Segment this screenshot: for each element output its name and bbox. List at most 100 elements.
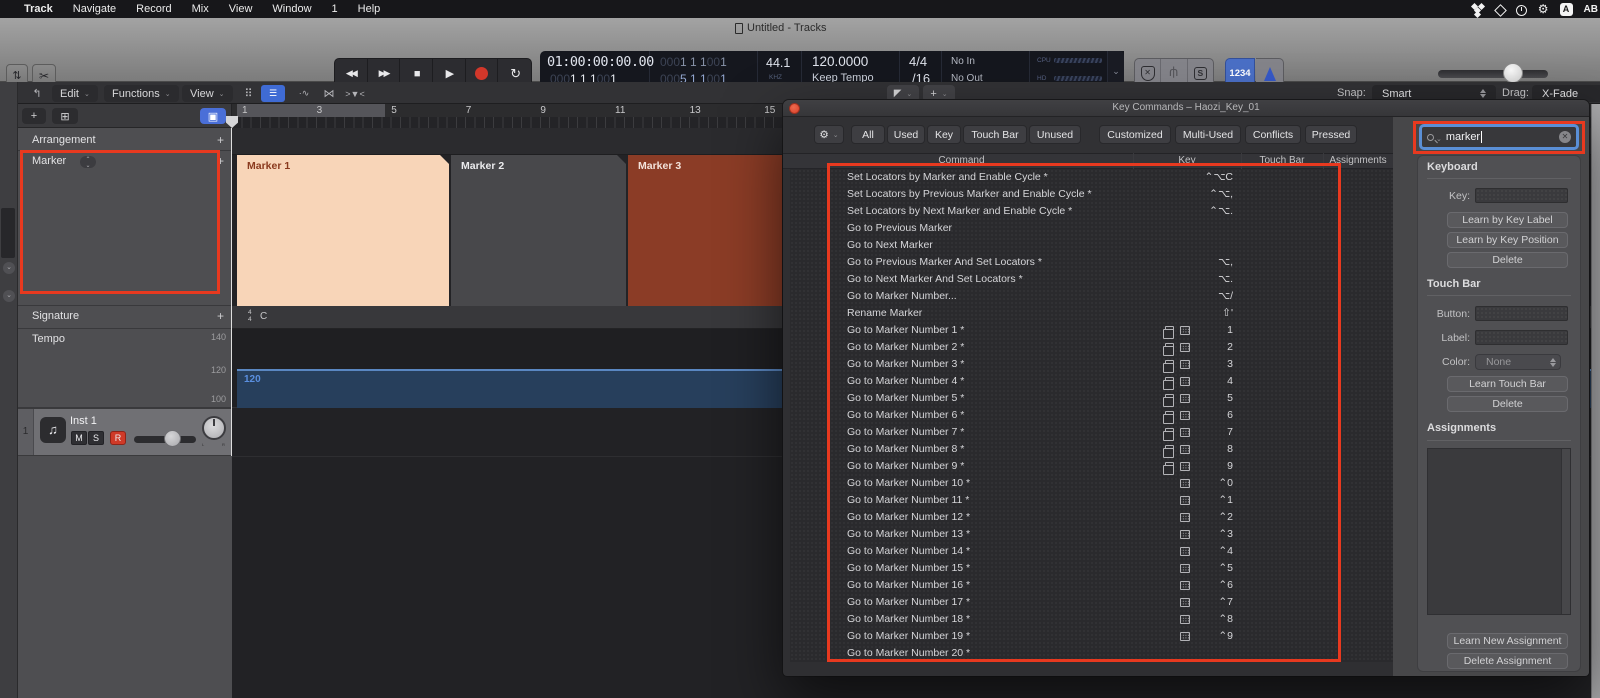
- command-row[interactable]: Go to Marker Number 9 *9: [790, 458, 1393, 475]
- menu-item-1[interactable]: 1: [322, 3, 348, 15]
- menu-item-view[interactable]: View: [219, 3, 263, 15]
- menu-item-record[interactable]: Record: [126, 3, 181, 15]
- tab-used[interactable]: Used: [887, 125, 925, 144]
- command-row[interactable]: Go to Marker Number...⌥/: [790, 288, 1393, 305]
- learn-by-key-label-button[interactable]: Learn by Key Label: [1447, 212, 1568, 228]
- command-row[interactable]: Go to Marker Number 6 *6: [790, 407, 1393, 424]
- delete-touchbar-button[interactable]: Delete: [1447, 396, 1568, 412]
- command-row[interactable]: Set Locators by Marker and Enable Cycle …: [790, 169, 1393, 186]
- track-name[interactable]: Inst 1: [70, 415, 97, 427]
- catch-filter-icon[interactable]: >▼<: [344, 85, 366, 102]
- crossfade-icon[interactable]: ⋈: [318, 85, 340, 102]
- functions-menu-button[interactable]: Functions⌄: [104, 85, 179, 102]
- edit-menu-button[interactable]: Edit⌄: [52, 85, 98, 102]
- tempo-track-header[interactable]: Tempo 140 120 100: [18, 329, 232, 408]
- track-volume-thumb[interactable]: [164, 430, 181, 447]
- library-panel-button[interactable]: ▣: [200, 108, 226, 124]
- column-touchbar[interactable]: Touch Bar: [1241, 155, 1323, 166]
- tab-key[interactable]: Key: [927, 125, 961, 144]
- input-source-icon[interactable]: A: [1560, 3, 1573, 16]
- touchbar-label-field[interactable]: [1475, 330, 1568, 345]
- menu-item-navigate[interactable]: Navigate: [63, 3, 126, 15]
- duplicate-track-button[interactable]: ⊞: [52, 108, 78, 124]
- command-row[interactable]: Go to Marker Number 7 *7: [790, 424, 1393, 441]
- add-marker-icon[interactable]: +: [217, 154, 224, 168]
- command-row[interactable]: Go to Marker Number 5 *5: [790, 390, 1393, 407]
- add-signature-icon[interactable]: +: [217, 309, 224, 323]
- command-row[interactable]: Go to Marker Number 4 *4: [790, 373, 1393, 390]
- record-enable-button[interactable]: R: [110, 431, 126, 445]
- column-command[interactable]: Command: [790, 155, 1133, 166]
- menu-item-help[interactable]: Help: [348, 3, 391, 15]
- tab-unused[interactable]: Unused: [1029, 125, 1081, 144]
- status-diamond-icon[interactable]: [1494, 4, 1507, 17]
- command-row[interactable]: Go to Next Marker: [790, 237, 1393, 254]
- dropbox-icon[interactable]: [1471, 2, 1485, 16]
- undo-arrow-icon[interactable]: ↰: [26, 85, 48, 102]
- learn-touch-bar-button[interactable]: Learn Touch Bar: [1447, 376, 1568, 392]
- filter-customized[interactable]: Customized: [1099, 125, 1171, 144]
- command-row[interactable]: Set Locators by Previous Marker and Enab…: [790, 186, 1393, 203]
- filter-multi-used[interactable]: Multi-Used: [1175, 125, 1241, 144]
- tab-all[interactable]: All: [851, 125, 885, 144]
- list-view-icon[interactable]: ☰: [261, 85, 285, 102]
- learn-by-key-position-button[interactable]: Learn by Key Position: [1447, 232, 1568, 248]
- column-key[interactable]: Key: [1133, 155, 1241, 166]
- stepper-chevron-icon[interactable]: ⌄: [3, 262, 15, 274]
- marker-region-1[interactable]: Marker 1: [237, 155, 449, 306]
- automation-icon[interactable]: ·∿: [294, 85, 314, 102]
- assignments-list-box[interactable]: [1427, 448, 1571, 615]
- stepper-chevron-icon[interactable]: ⌄: [3, 290, 15, 302]
- delete-key-button[interactable]: Delete: [1447, 252, 1568, 268]
- time-machine-icon[interactable]: [1516, 5, 1527, 16]
- grid-view-icon[interactable]: ⠿: [238, 85, 258, 102]
- filter-conflicts[interactable]: Conflicts: [1245, 125, 1301, 144]
- learn-new-assignment-button[interactable]: Learn New Assignment: [1447, 633, 1568, 649]
- clear-search-icon[interactable]: ✕: [1559, 131, 1571, 143]
- master-volume-slider[interactable]: [1438, 70, 1548, 78]
- gear-menu-button[interactable]: ⚙⌄: [814, 125, 844, 144]
- tab-touch-bar[interactable]: Touch Bar: [963, 125, 1027, 144]
- arrangement-track-header[interactable]: Arrangement +: [18, 130, 232, 151]
- menu-item-window[interactable]: Window: [262, 3, 321, 15]
- settings-gear-icon[interactable]: ⚙: [1538, 2, 1549, 16]
- key-field[interactable]: [1475, 188, 1568, 203]
- menu-item-mix[interactable]: Mix: [182, 3, 219, 15]
- add-arrangement-icon[interactable]: +: [217, 133, 224, 147]
- command-row[interactable]: Go to Marker Number 15 *⌃5: [790, 560, 1393, 577]
- delete-assignment-button[interactable]: Delete Assignment: [1447, 653, 1568, 669]
- menu-ab-icon[interactable]: AB: [1584, 4, 1598, 15]
- command-row[interactable]: Set Locators by Next Marker and Enable C…: [790, 203, 1393, 220]
- marker-stepper-icon[interactable]: ⌃⌄: [80, 156, 96, 168]
- mute-button[interactable]: M: [71, 431, 87, 445]
- command-row[interactable]: Go to Marker Number 14 *⌃4: [790, 543, 1393, 560]
- command-row[interactable]: Go to Marker Number 11 *⌃1: [790, 492, 1393, 509]
- menu-item-track[interactable]: Track: [14, 3, 63, 15]
- command-list[interactable]: Set Locators by Marker and Enable Cycle …: [790, 169, 1393, 662]
- column-assignments[interactable]: Assignments: [1323, 155, 1393, 166]
- cycle-region[interactable]: [237, 104, 385, 117]
- command-row[interactable]: Go to Marker Number 17 *⌃7: [790, 594, 1393, 611]
- marker-region-2[interactable]: Marker 2: [451, 155, 626, 306]
- vertical-scrollbar[interactable]: [1591, 104, 1600, 698]
- command-row[interactable]: Go to Marker Number 12 *⌃2: [790, 509, 1393, 526]
- instrument-track-header[interactable]: 1 ♫ Inst 1 M S R L R: [18, 408, 232, 456]
- command-row[interactable]: Go to Marker Number 3 *3: [790, 356, 1393, 373]
- command-row[interactable]: Go to Marker Number 16 *⌃6: [790, 577, 1393, 594]
- command-row[interactable]: Go to Next Marker And Set Locators *⌥.: [790, 271, 1393, 288]
- command-row[interactable]: Go to Marker Number 8 *8: [790, 441, 1393, 458]
- touchbar-button-field[interactable]: [1475, 306, 1568, 321]
- command-row[interactable]: Go to Marker Number 18 *⌃8: [790, 611, 1393, 628]
- key-commands-titlebar[interactable]: Key Commands – Haozi_Key_01: [783, 100, 1589, 117]
- command-row[interactable]: Go to Marker Number 20 *: [790, 645, 1393, 662]
- master-volume-thumb[interactable]: [1503, 63, 1523, 83]
- color-dropdown[interactable]: None: [1475, 354, 1561, 370]
- marker-track-header[interactable]: Marker ⌃⌄ +: [18, 151, 232, 306]
- filter-pressed[interactable]: Pressed: [1305, 125, 1357, 144]
- command-row[interactable]: Go to Marker Number 2 *2: [790, 339, 1393, 356]
- signature-track-header[interactable]: Signature +: [18, 306, 232, 329]
- command-row[interactable]: Go to Previous Marker And Set Locators *…: [790, 254, 1393, 271]
- solo-button[interactable]: S: [88, 431, 104, 445]
- add-track-button[interactable]: +: [22, 108, 46, 124]
- command-row[interactable]: Rename Marker⇧': [790, 305, 1393, 322]
